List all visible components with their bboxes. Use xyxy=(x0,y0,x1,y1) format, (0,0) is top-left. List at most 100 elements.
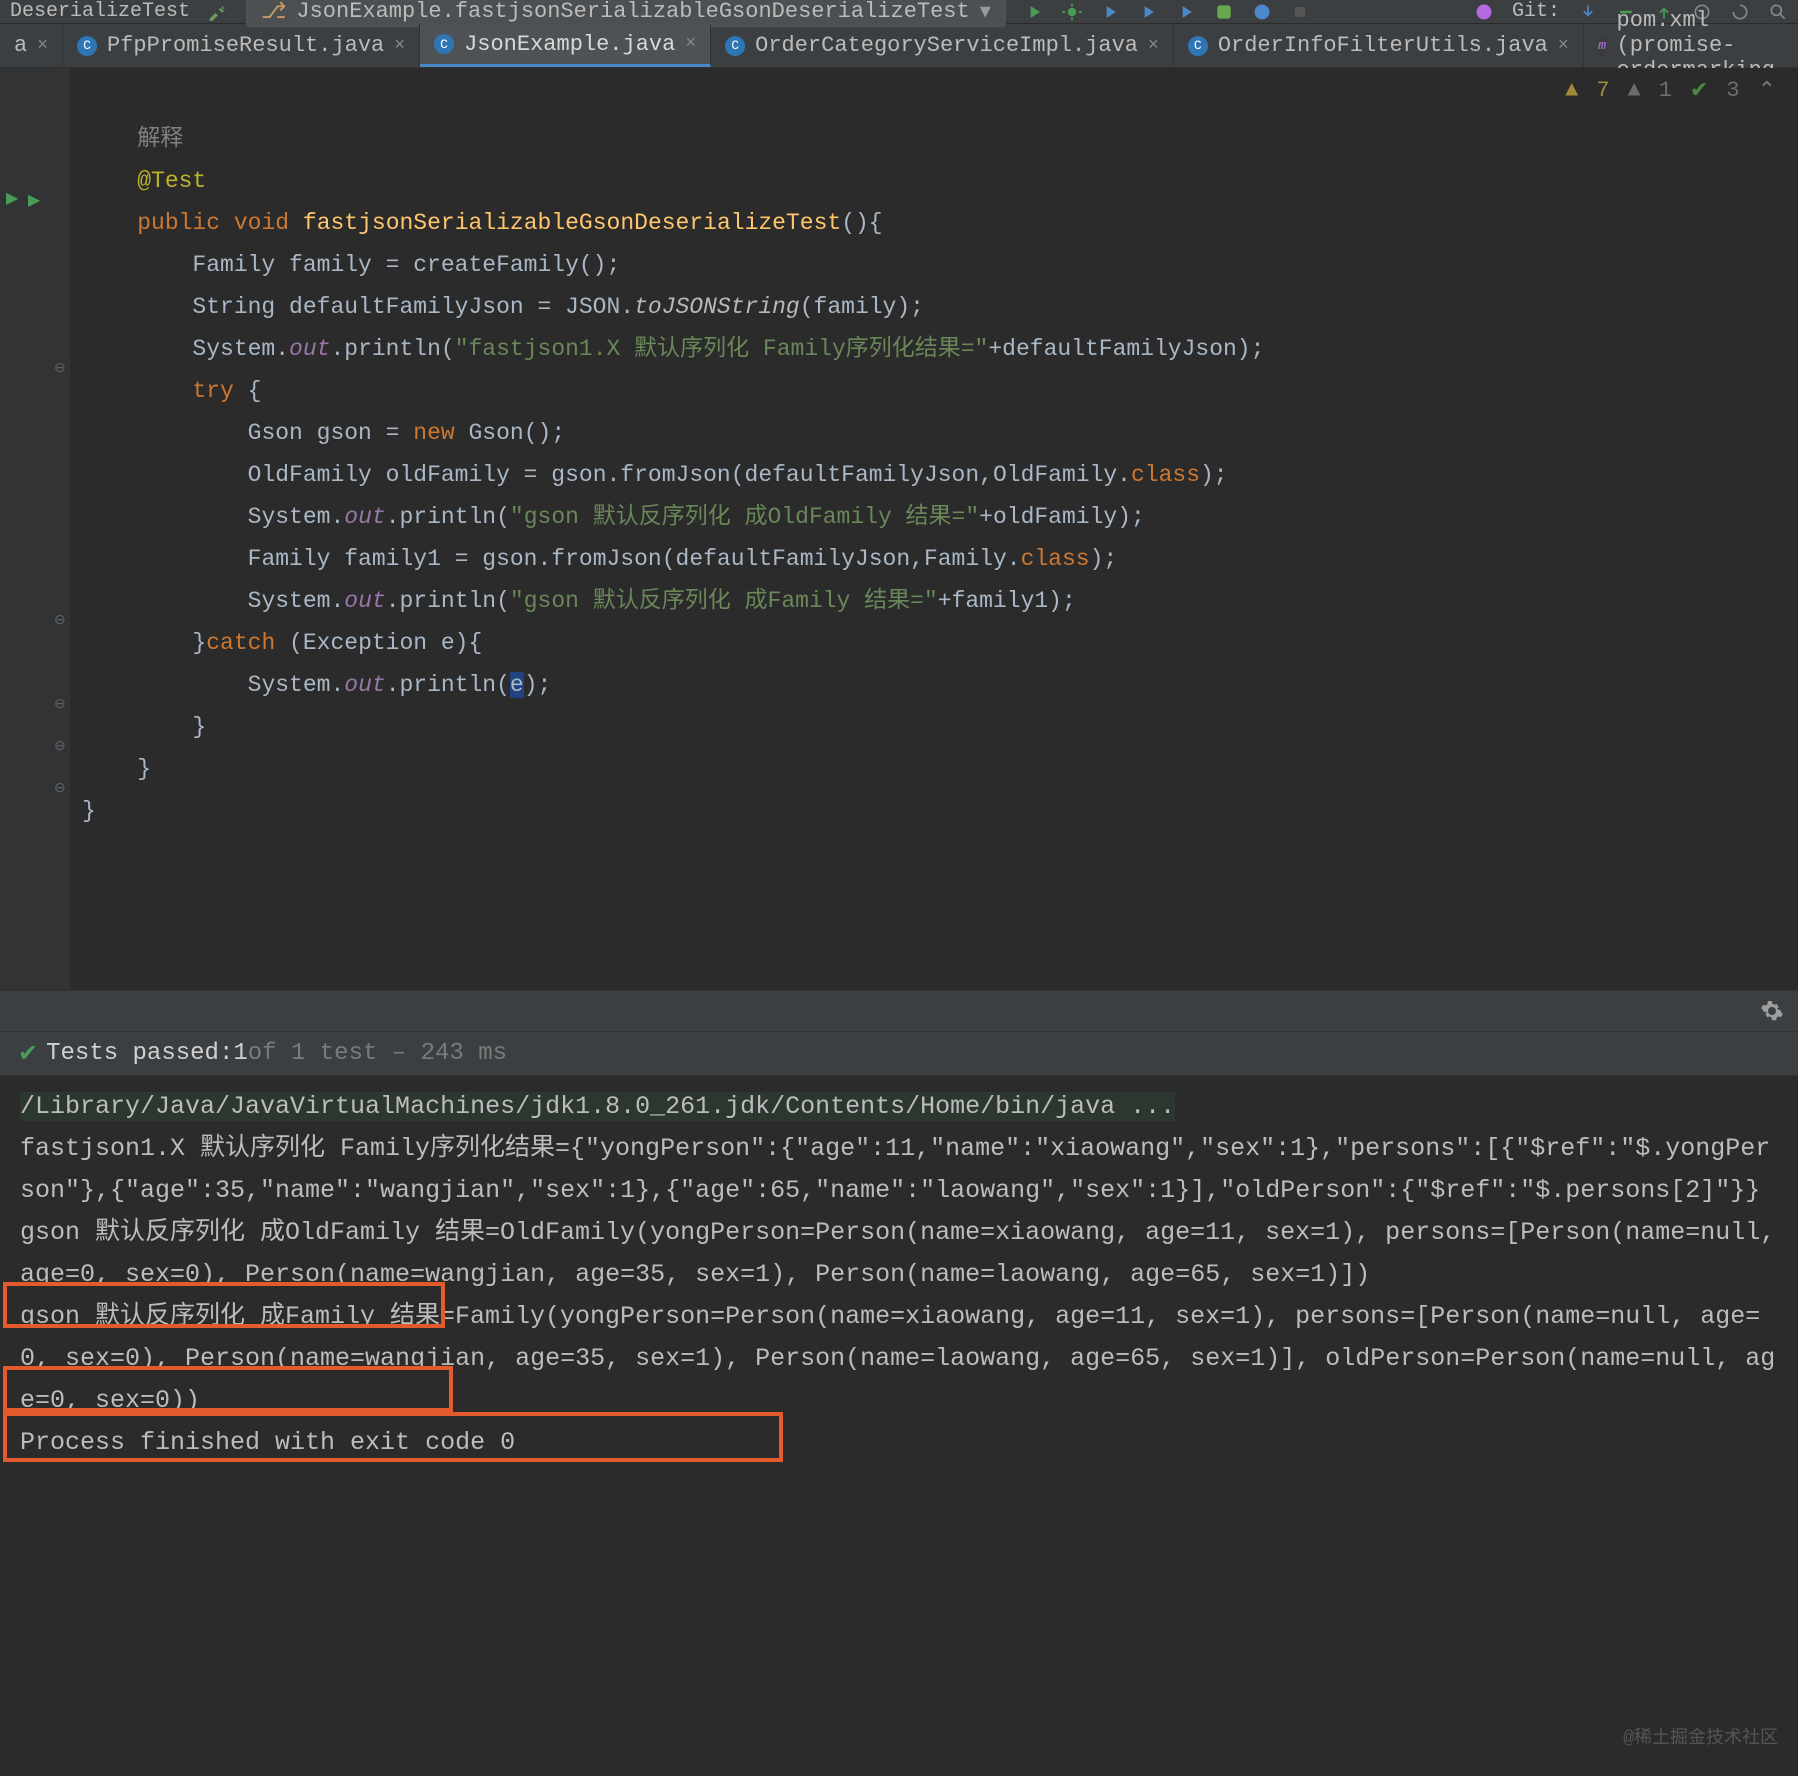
watermark-text: @稀土掘金技术社区 xyxy=(1623,1718,1778,1760)
tab-pfppromiseresult[interactable]: PfpPromiseResult.java × xyxy=(63,24,420,67)
code-token: class xyxy=(1131,462,1200,488)
chevron-up-icon[interactable]: ⌃ xyxy=(1758,78,1776,104)
run-icon[interactable] xyxy=(1024,2,1044,22)
code-line: Family family = createFamily(); xyxy=(192,252,620,278)
tab-pomxml[interactable]: pom.xml (promise-ordermarking xyxy=(1584,24,1798,67)
tab-jsonexample[interactable]: JsonExample.java × xyxy=(420,24,711,67)
console-line: gson 默认反序列化 成Family 结果=Family(yongPerson… xyxy=(20,1296,1778,1422)
console-output[interactable]: /Library/Java/JavaVirtualMachines/jdk1.8… xyxy=(0,1076,1798,1766)
gutter-run-icon-2[interactable]: ▶ xyxy=(28,190,40,210)
code-line: System. xyxy=(248,504,345,530)
editor-gutter[interactable]: ▶ ▶ ⊖ ⊖ ⊖ ⊖ ⊖ xyxy=(0,68,70,990)
code-string: "gson 默认反序列化 成Family 结果=" xyxy=(510,588,938,614)
git-update-icon[interactable] xyxy=(1578,2,1598,22)
code-line: ); xyxy=(1200,462,1228,488)
code-line: out xyxy=(344,504,385,530)
editor-tabs-bar: a × PfpPromiseResult.java × JsonExample.… xyxy=(0,24,1798,68)
code-line: Family family1 = gson.fromJson(defaultFa… xyxy=(248,546,1021,572)
debug-icon[interactable] xyxy=(1062,2,1082,22)
fold-icon[interactable]: ⊖ xyxy=(54,612,66,629)
tab-label: OrderInfoFilterUtils.java xyxy=(1218,33,1548,58)
code-line: ); xyxy=(524,672,552,698)
code-token: public xyxy=(137,210,220,236)
ok-icon: ✔ xyxy=(1690,78,1708,104)
run-configuration-dropdown[interactable]: ⎇ JsonExample.fastjsonSerializableGsonDe… xyxy=(246,0,1006,27)
tests-total-label: of 1 test – 243 ms xyxy=(248,1040,507,1067)
code-line: System. xyxy=(248,672,345,698)
console-settings-bar xyxy=(0,990,1798,1032)
code-line: out xyxy=(289,336,330,362)
code-line: ); xyxy=(1090,546,1118,572)
code-line: (family); xyxy=(800,294,924,320)
git-label: Git: xyxy=(1512,0,1560,23)
code-line: out xyxy=(344,588,385,614)
profile-icon[interactable] xyxy=(1138,2,1158,22)
tests-passed-count: 1 xyxy=(233,1040,247,1067)
code-line: .println( xyxy=(386,588,510,614)
close-icon[interactable]: × xyxy=(685,34,696,54)
code-token: catch xyxy=(206,630,275,656)
code-line: OldFamily oldFamily = gson.fromJson(defa… xyxy=(248,462,1131,488)
console-line: gson 默认反序列化 成OldFamily 结果=OldFamily(yong… xyxy=(20,1212,1778,1296)
run-target-icon[interactable] xyxy=(1176,2,1196,22)
code-line: out xyxy=(344,672,385,698)
close-icon[interactable]: × xyxy=(394,36,405,56)
close-icon[interactable]: × xyxy=(1148,36,1159,56)
tests-result-bar[interactable]: ✔ Tests passed: 1 of 1 test – 243 ms xyxy=(0,1032,1798,1076)
code-line: +defaultFamilyJson); xyxy=(988,336,1264,362)
tab-label: OrderCategoryServiceImpl.java xyxy=(755,33,1138,58)
code-line: } xyxy=(82,798,96,824)
code-caret: e xyxy=(510,672,524,698)
run-configuration-label: JsonExample.fastjsonSerializableGsonDese… xyxy=(296,0,969,24)
code-line: Gson gson = xyxy=(248,420,414,446)
java-file-icon xyxy=(725,36,745,56)
code-content[interactable]: 解释 @Test public void fastjsonSerializabl… xyxy=(70,68,1798,990)
ai-assistant-icon[interactable] xyxy=(1252,2,1272,22)
ok-count: 3 xyxy=(1726,78,1739,104)
console-command: /Library/Java/JavaVirtualMachines/jdk1.8… xyxy=(20,1092,1175,1121)
close-icon[interactable]: × xyxy=(37,36,48,56)
run-config-left-label: DeserializeTest xyxy=(10,0,190,23)
coverage-icon[interactable] xyxy=(1100,2,1120,22)
code-method-name: fastjsonSerializableGsonDeserializeTest xyxy=(303,210,841,236)
code-string: "gson 默认反序列化 成OldFamily 结果=" xyxy=(510,504,979,530)
fold-icon[interactable]: ⊖ xyxy=(54,780,66,797)
java-file-icon xyxy=(77,36,97,56)
code-token: new xyxy=(413,420,454,446)
code-line: +oldFamily); xyxy=(979,504,1145,530)
fold-icon[interactable]: ⊖ xyxy=(54,360,66,377)
stop-icon[interactable] xyxy=(1290,2,1310,22)
java-file-icon xyxy=(1188,36,1208,56)
maven-file-icon xyxy=(1598,36,1607,56)
tab-label: JsonExample.java xyxy=(464,32,675,57)
code-line: +family1); xyxy=(938,588,1076,614)
fold-icon[interactable]: ⊖ xyxy=(54,738,66,755)
code-line: toJSONString xyxy=(634,294,800,320)
hammer-icon[interactable] xyxy=(208,2,228,22)
typo-count: 1 xyxy=(1659,78,1672,104)
code-line: .println( xyxy=(330,336,454,362)
code-line: Gson(); xyxy=(455,420,565,446)
code-line: .println( xyxy=(386,672,510,698)
tab-ordercategoryserviceimpl[interactable]: OrderCategoryServiceImpl.java × xyxy=(711,24,1174,67)
chevron-down-icon: ▾ xyxy=(980,0,991,25)
inspection-status[interactable]: ▲7 ▲1 ✔3 ⌃ xyxy=(1565,78,1776,104)
console-exit: Process finished with exit code 0 xyxy=(20,1422,1778,1464)
gutter-run-icon[interactable]: ▶ xyxy=(6,188,18,208)
warning-count: 7 xyxy=(1596,78,1609,104)
top-toolbar: DeserializeTest ⎇ JsonExample.fastjsonSe… xyxy=(0,0,1798,24)
code-string: "fastjson1.X 默认序列化 Family序列化结果=" xyxy=(455,336,989,362)
code-line: { xyxy=(234,378,262,404)
tab-orderinfofilterutils[interactable]: OrderInfoFilterUtils.java × xyxy=(1174,24,1584,67)
attach-icon[interactable] xyxy=(1214,2,1234,22)
code-line: .println( xyxy=(386,504,510,530)
code-token: try xyxy=(192,378,233,404)
code-line: } xyxy=(137,756,151,782)
tab-label: PfpPromiseResult.java xyxy=(107,33,384,58)
tab-file-a[interactable]: a × xyxy=(0,24,63,67)
fold-icon[interactable]: ⊖ xyxy=(54,696,66,713)
copilot-icon[interactable] xyxy=(1474,2,1494,22)
code-line: System. xyxy=(248,588,345,614)
gear-icon[interactable] xyxy=(1760,999,1784,1023)
close-icon[interactable]: × xyxy=(1558,36,1569,56)
